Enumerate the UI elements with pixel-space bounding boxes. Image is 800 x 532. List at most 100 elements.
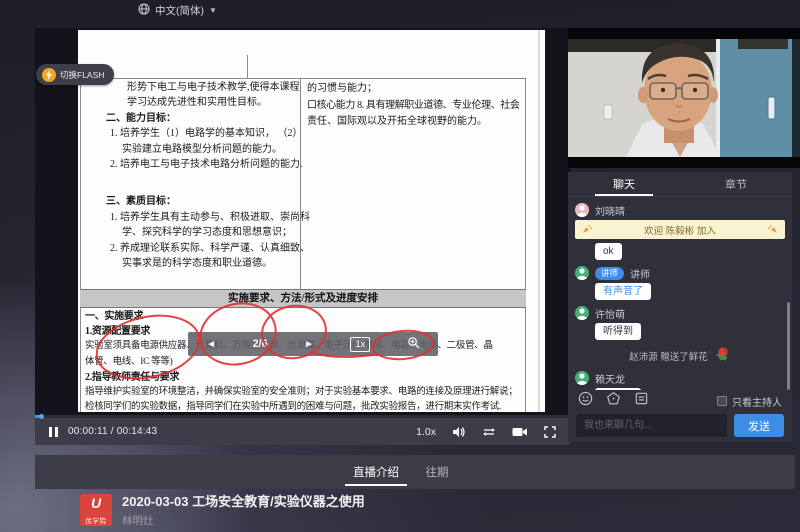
chat-username: 刘晓晴 (595, 203, 625, 218)
document-toolbar: ◄ 2/6 ► 1x (188, 332, 438, 356)
course-list-item[interactable]: U 优学院 2020-03-03 工场安全教育/实验仪器之使用 林明灶 (80, 494, 365, 528)
zoom-level[interactable]: 1x (350, 337, 370, 352)
slide-text: 学、探究科学的学习态度和思想意识； (122, 225, 302, 240)
fullscreen-icon[interactable] (544, 426, 556, 438)
slide-text: 指导维护实验室的环境整洁，并确保实验室的安全准则；对于实验基本要求、电路的连接及… (85, 385, 540, 400)
send-button[interactable]: 发送 (734, 414, 784, 437)
emoji-icon[interactable] (578, 391, 593, 411)
only-host-toggle[interactable]: 只看主持人 (717, 394, 782, 409)
slide-text: 学习达成先进性和实用性目标。 (127, 95, 302, 110)
avatar (575, 371, 589, 385)
zoom-in-icon[interactable] (407, 336, 420, 352)
slide-heading: 三、素质目标： (106, 194, 302, 209)
chat-tab-bar: 聊天 章节 (568, 172, 792, 197)
avatar (575, 266, 589, 280)
slide-text: 1. 培养学生具有主动参与、积极进取、崇尚科 (110, 210, 302, 225)
gift-text: 赵沛源 赠送了鲜花 (629, 349, 708, 363)
slide-text: 形势下电工与电子技术教学,使得本课程 (127, 80, 302, 95)
chat-message-row: 讲师 讲师 (575, 265, 785, 281)
language-label: 中文(简体) (155, 3, 204, 18)
slide-text: 1. 培养学生（1）电路学的基本知识， （2） (110, 126, 302, 141)
chat-messages: 刘晓晴 欢迎 陈毅彬 加入 ok 讲师 讲师 有声音了 (568, 198, 792, 390)
next-page-icon[interactable]: ► (304, 339, 314, 350)
course-instructor: 林明灶 (122, 513, 365, 528)
only-host-label: 只看主持人 (732, 394, 782, 409)
slide-text (100, 172, 302, 194)
video-player-area: 形势下电工与电子技术教学,使得本课程 学习达成先进性和实用性目标。 二、能力目标… (35, 28, 570, 445)
globe-icon (138, 3, 150, 18)
chat-bubble: 听得到 (595, 323, 641, 340)
language-selector[interactable]: 中文(简体) ▼ (138, 3, 217, 18)
prev-page-icon[interactable]: ◄ (206, 339, 216, 350)
slide-right-column: 的习惯与能力； 口核心能力 8. 具有理解职业道德、专业伦理、社会 责任、国际观… (307, 81, 525, 131)
logo-glyph: U (80, 495, 112, 511)
slide-text: 体管、电线、IC 等等) (85, 355, 540, 370)
chat-message-row: 赖天龙 (575, 370, 785, 386)
gift-button-icon[interactable] (606, 391, 621, 411)
logo-text: 优学院 (80, 515, 112, 525)
welcome-banner-text: 欢迎 陈毅彬 加入 (592, 223, 768, 237)
slide-heading: 2.指导教师责任与要求 (85, 370, 540, 385)
uxueyuan-logo: U 优学院 (80, 494, 112, 526)
playback-speed[interactable]: 1.0x (416, 426, 436, 438)
instructor-webcam (568, 28, 800, 168)
slide-heading: 二、能力目标： (106, 111, 302, 126)
page-indicator: 2/6 (252, 338, 267, 350)
chat-message-row: 刘晓晴 (575, 202, 785, 218)
tab-live-intro[interactable]: 直播介绍 (345, 455, 407, 489)
notes-icon[interactable] (634, 391, 649, 411)
volume-icon[interactable] (452, 426, 466, 438)
slide-text: 实验建立电路模型分析问题的能力。 (122, 142, 302, 157)
webcam-video-frame (568, 39, 800, 157)
slide-left-column: 形势下电工与电子技术教学,使得本课程 学习达成先进性和实用性目标。 二、能力目标… (100, 80, 302, 271)
switch-flash-label: 切换FLASH (60, 69, 104, 81)
tab-past-sessions[interactable]: 往期 (419, 455, 455, 489)
switch-flash-button[interactable]: 切换FLASH (36, 64, 114, 85)
chevron-down-icon: ▼ (209, 6, 217, 15)
table-border (247, 55, 248, 78)
slide-text: 2. 养成理论联系实际、科学严谨、认真细致、 (110, 241, 302, 256)
playback-time: 00:00:11 / 00:14:43 (68, 426, 157, 437)
avatar (575, 306, 589, 320)
welcome-banner: 欢迎 陈毅彬 加入 (575, 220, 785, 239)
pause-button[interactable] (49, 427, 58, 437)
tab-chapters[interactable]: 章节 (680, 172, 792, 196)
chat-bubble: 有声音了 (595, 283, 651, 300)
table-border (80, 78, 526, 79)
slide-text: 实事求是的科学态度和职业道德。 (122, 256, 302, 271)
slide-text: 的习惯与能力； (307, 81, 525, 98)
chat-username: 赖天龙 (595, 371, 625, 386)
chat-input[interactable] (576, 414, 727, 437)
slide-body: 一、实施要求 1.资源配置要求 实验室须具备电源供应器、计算机、万用数字表、示波… (85, 309, 540, 412)
party-popper-icon (768, 221, 778, 239)
slide-text: 2. 培养电工与电子技术电路分析问题的能力. (110, 157, 302, 172)
table-border (80, 78, 81, 412)
chat-toolbar: 只看主持人 (568, 390, 792, 412)
slide-section-band: 实施要求、方法/形式及进度安排 (80, 289, 526, 308)
only-host-checkbox[interactable] (717, 396, 727, 406)
lecturer-badge: 讲师 (595, 267, 624, 280)
flower-icon (714, 346, 731, 365)
flash-icon (42, 68, 56, 82)
slide-text: 口核心能力 8. 具有理解职业道德、专业伦理、社会 (307, 98, 525, 115)
party-popper-icon (582, 221, 592, 239)
tab-chat[interactable]: 聊天 (568, 172, 680, 196)
chat-username: 讲师 (630, 266, 650, 281)
slide-text: 检核同学们的实验数据，指导同学们在实验中所遇到的困难与问题，批改实验报告，进行期… (85, 400, 540, 412)
bottom-tab-bar: 直播介绍 往期 (35, 455, 795, 489)
chat-input-row: 发送 (576, 414, 784, 437)
player-controls: 00:00:11 / 00:14:43 1.0x (35, 415, 570, 445)
page: 中文(简体) ▼ 形势下电工与电子技术教学,使得本课程 学习达成先进性和实用性目… (0, 0, 800, 532)
camera-icon[interactable] (512, 427, 528, 437)
chat-scrollbar[interactable] (787, 302, 790, 390)
chat-message-row: 许怡萌 (575, 305, 785, 321)
slide-document: 形势下电工与电子技术教学,使得本课程 学习达成先进性和实用性目标。 二、能力目标… (78, 30, 545, 412)
chat-username: 许怡萌 (595, 306, 625, 321)
switch-line-icon[interactable] (482, 426, 496, 438)
course-title: 2020-03-03 工场安全教育/实验仪器之使用 (122, 494, 365, 510)
slide-text: 责任、国际观以及开拓全球视野的能力。 (307, 114, 525, 131)
gift-system-message: 赵沛源 赠送了鲜花 (575, 346, 785, 365)
avatar (575, 203, 589, 217)
chat-panel: 聊天 章节 刘晓晴 欢迎 陈毅彬 加入 ok (568, 172, 792, 442)
slide-heading: 一、实施要求 (85, 309, 540, 324)
